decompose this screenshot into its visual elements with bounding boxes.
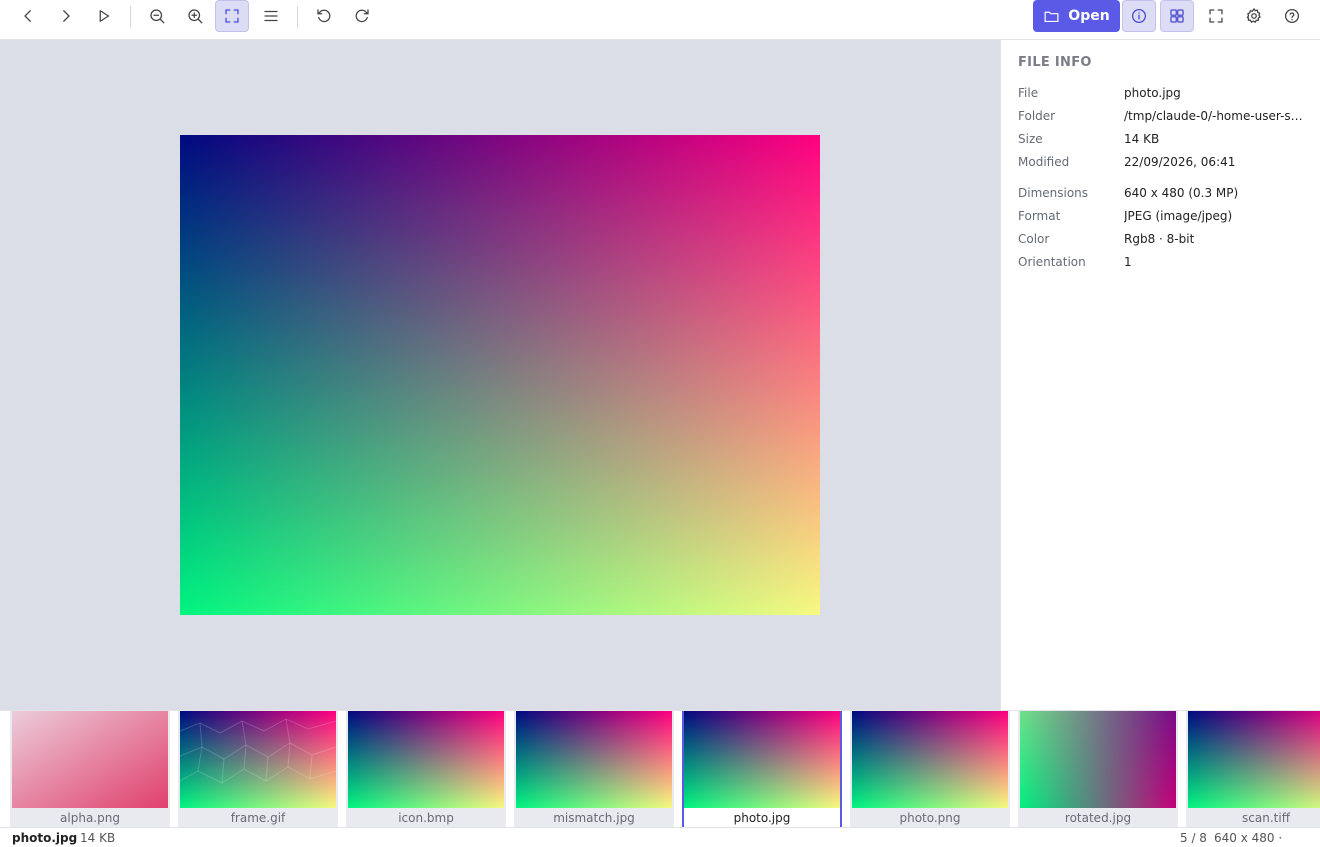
info-key: Dimensions [1018,186,1089,200]
open-button-label: Open [1068,8,1110,24]
thumbnail-image [852,711,1008,808]
status-filename: photo.jpg [12,831,78,845]
gallery-button[interactable] [1160,0,1194,32]
info-value: JPEG (image/jpeg) [1124,209,1233,223]
thumbnail[interactable]: mismatch.jpg [514,711,674,827]
info-row-size: Size 14 KB [1018,132,1308,152]
menu-icon [264,10,278,22]
info-icon [1131,8,1147,24]
open-button[interactable]: Open [1033,0,1120,32]
menu-button[interactable] [254,0,288,32]
info-key: Orientation [1018,255,1086,269]
info-key: Color [1018,232,1050,246]
fullscreen-icon [1209,9,1223,23]
thumbnail[interactable]: photo.png [850,711,1010,827]
rotate-left-icon [317,9,331,23]
fullscreen-button[interactable] [1199,0,1233,32]
info-row-dimensions: Dimensions 640 x 480 (0.3 MP) [1018,186,1308,206]
gear-icon [1246,8,1261,23]
previous-button[interactable] [11,0,45,32]
thumbnail-label: scan.tiff [1242,811,1290,825]
info-row-orientation: Orientation 1 [1018,255,1308,275]
thumbnail[interactable]: icon.bmp [346,711,506,827]
thumbnail-label: photo.png [899,811,961,825]
zoom-out-button[interactable] [140,0,174,32]
info-panel-title: FILE INFO [1018,55,1092,70]
info-row-color: Color Rgb8 · 8-bit [1018,232,1308,252]
thumbnail[interactable]: frame.gif [178,711,338,827]
info-value: 22/09/2026, 06:41 [1124,155,1236,169]
thumbnail-label: rotated.jpg [1064,811,1132,825]
thumbnail[interactable]: scan.tiff [1186,711,1320,827]
help-button[interactable] [1275,0,1309,32]
thumbnail[interactable]: alpha.png [10,711,170,827]
grid-icon [1170,9,1184,23]
thumbnail-label: mismatch.jpg [553,811,635,825]
help-icon [1284,8,1300,24]
rotate-right-icon [355,9,369,23]
thumbnail-image [1188,711,1320,808]
status-bar: photo.jpg 14 KB 5 / 8 640 x 480 · 100% [0,827,1320,847]
thumbnail-image [12,711,168,808]
file-info-panel: FILE INFO File photo.jpg Folder /tmp/cla… [1000,40,1320,710]
info-key: Folder [1018,109,1056,123]
info-value: 14 KB [1124,132,1160,146]
zoom-in-button[interactable] [178,0,212,32]
info-row-modified: Modified 22/09/2026, 06:41 [1018,155,1308,175]
status-filesize: 14 KB [80,831,116,845]
thumbnail-image [1020,711,1176,808]
main-image[interactable] [180,135,820,615]
thumbnail-image [516,711,672,808]
thumbnail-label: frame.gif [230,811,286,825]
fit-screen-icon [225,9,239,23]
slideshow-button[interactable] [87,0,121,32]
info-value: photo.jpg [1124,86,1181,100]
rotate-left-button[interactable] [307,0,341,32]
thumbnail-selected[interactable]: photo.jpg [682,711,842,827]
next-button[interactable] [49,0,83,32]
filmstrip[interactable]: alpha.png frame.gif icon.bmp mismatch.jp… [0,710,1320,827]
thumbnail-label: alpha.png [60,811,120,825]
status-dimensions: 640 x 480 · 100% [1214,831,1283,847]
info-value: Rgb8 · 8-bit [1124,232,1195,246]
info-key: Modified [1018,155,1070,169]
thumbnail-image [180,711,336,808]
image-viewer[interactable] [0,40,1000,710]
toolbar: Open [0,0,1320,40]
thumbnail-label: icon.bmp [398,811,454,825]
info-value: /tmp/claude-0/-home-user-see... [1124,109,1308,123]
info-row-folder: Folder /tmp/claude-0/-home-user-see... [1018,109,1308,129]
play-icon [99,10,110,22]
chevron-right-icon [63,10,70,22]
settings-button[interactable] [1237,0,1271,32]
zoom-out-icon [150,9,165,24]
info-row-format: Format JPEG (image/jpeg) [1018,209,1308,229]
info-key: Format [1018,209,1061,223]
toolbar-divider [297,6,298,28]
info-button[interactable] [1122,0,1156,32]
fit-to-screen-button[interactable] [215,0,249,32]
thumbnail[interactable]: rotated.jpg [1018,711,1178,827]
toolbar-divider [130,6,131,28]
info-key: File [1018,86,1039,100]
rotate-right-button[interactable] [345,0,379,32]
thumbnail-image [684,711,840,808]
zoom-in-icon [188,9,203,24]
thumbnail-label: photo.jpg [733,811,791,825]
thumbnail-image [348,711,504,808]
info-row-file: File photo.jpg [1018,86,1308,106]
folder-icon [1044,11,1059,22]
info-key: Size [1018,132,1043,146]
status-position: 5 / 8 [1180,831,1207,845]
chevron-left-icon [24,10,31,22]
info-value: 1 [1124,255,1132,269]
info-value: 640 x 480 (0.3 MP) [1124,186,1239,200]
